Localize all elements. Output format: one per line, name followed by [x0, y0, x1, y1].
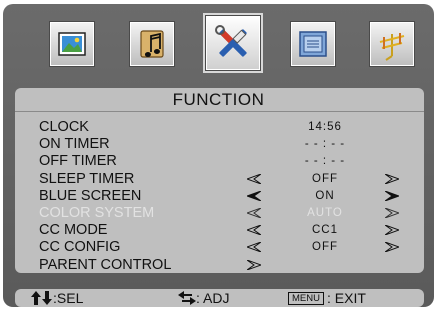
menu-row-label: PARENT CONTROL: [39, 256, 172, 273]
tab-screen[interactable]: [290, 21, 336, 67]
tab-picture[interactable]: [49, 21, 95, 67]
category-tabs: [3, 4, 434, 84]
decrease-arrow-icon[interactable]: [247, 242, 261, 253]
adjust-hint: : ADJ: [178, 289, 229, 307]
menu-row-value: - - : - -: [304, 155, 346, 168]
up-down-arrows-icon: [31, 291, 52, 305]
decrease-arrow-icon[interactable]: [247, 225, 261, 236]
adjust-hint-label: : ADJ: [196, 290, 230, 306]
menu-row-color-system: COLOR SYSTEM AUTO: [3, 205, 434, 221]
screen-icon: [299, 31, 327, 57]
panel-title: FUNCTION: [172, 90, 265, 109]
increase-arrow-icon[interactable]: [385, 242, 399, 253]
menu-row-value: OFF: [312, 241, 338, 254]
select-hint: :SEL: [31, 289, 83, 307]
exit-hint-label: : EXIT: [326, 290, 366, 306]
tab-channel[interactable]: [369, 21, 415, 67]
title-divider: [15, 111, 424, 112]
menu-row-blue-screen[interactable]: BLUE SCREEN ON: [3, 188, 434, 204]
menu-row-sleep-timer[interactable]: SLEEP TIMER OFF: [3, 171, 434, 187]
footer-hints: :SEL : ADJ MENU: EXIT: [15, 289, 424, 307]
increase-arrow-icon[interactable]: [385, 190, 399, 201]
tab-sound[interactable]: [129, 21, 175, 67]
menu-row-label: COLOR SYSTEM: [39, 205, 155, 221]
music-note-icon: [140, 30, 164, 58]
picture-icon: [58, 32, 86, 56]
left-right-arrows-icon: [178, 291, 196, 305]
menu-key: MENU: [288, 292, 324, 305]
menu-row-value: OFF: [312, 172, 338, 185]
decrease-arrow-icon[interactable]: [247, 173, 261, 184]
menu-row-clock[interactable]: CLOCK 14:56: [3, 119, 434, 135]
menu-row-value: AUTO: [307, 207, 343, 219]
antenna-icon: [379, 33, 405, 61]
decrease-arrow-icon: [247, 208, 261, 218]
menu-row-value: - - : - -: [304, 138, 346, 151]
increase-arrow-icon[interactable]: [385, 173, 399, 184]
increase-arrow-icon[interactable]: [385, 225, 399, 236]
select-hint-label: :SEL: [53, 290, 84, 306]
menu-row-parent-control[interactable]: PARENT CONTROL: [3, 257, 434, 273]
menu-row-label: CC MODE: [39, 222, 108, 239]
menu-row-label: ON TIMER: [39, 136, 110, 153]
menu-row-label: BLUE SCREEN: [39, 187, 142, 204]
tab-function[interactable]: [205, 15, 261, 71]
menu-row-label: CC CONFIG: [39, 239, 121, 256]
menu-row-label: CLOCK: [39, 119, 89, 135]
menu-row-label: OFF TIMER: [39, 153, 117, 170]
menu-row-cc-mode[interactable]: CC MODE CC1: [3, 222, 434, 238]
tools-icon: [215, 25, 247, 57]
menu-row-cc-config[interactable]: CC CONFIG OFF: [3, 239, 434, 255]
exit-hint: MENU: EXIT: [288, 289, 366, 307]
menu-row-label: SLEEP TIMER: [39, 170, 135, 187]
menu-row-value: ON: [315, 189, 335, 202]
submenu-arrow-icon[interactable]: [247, 259, 261, 270]
decrease-arrow-icon[interactable]: [247, 190, 261, 201]
menu-row-off-timer[interactable]: OFF TIMER - - : - -: [3, 153, 434, 169]
menu-row-on-timer[interactable]: ON TIMER - - : - -: [3, 136, 434, 152]
menu-row-value: 14:56: [308, 121, 342, 133]
increase-arrow-icon: [385, 208, 399, 218]
osd-menu: FUNCTION CLOCK 14:56 ON TIMER - - : - - OFF …: [3, 4, 434, 307]
menu-row-value: CC1: [311, 224, 338, 237]
